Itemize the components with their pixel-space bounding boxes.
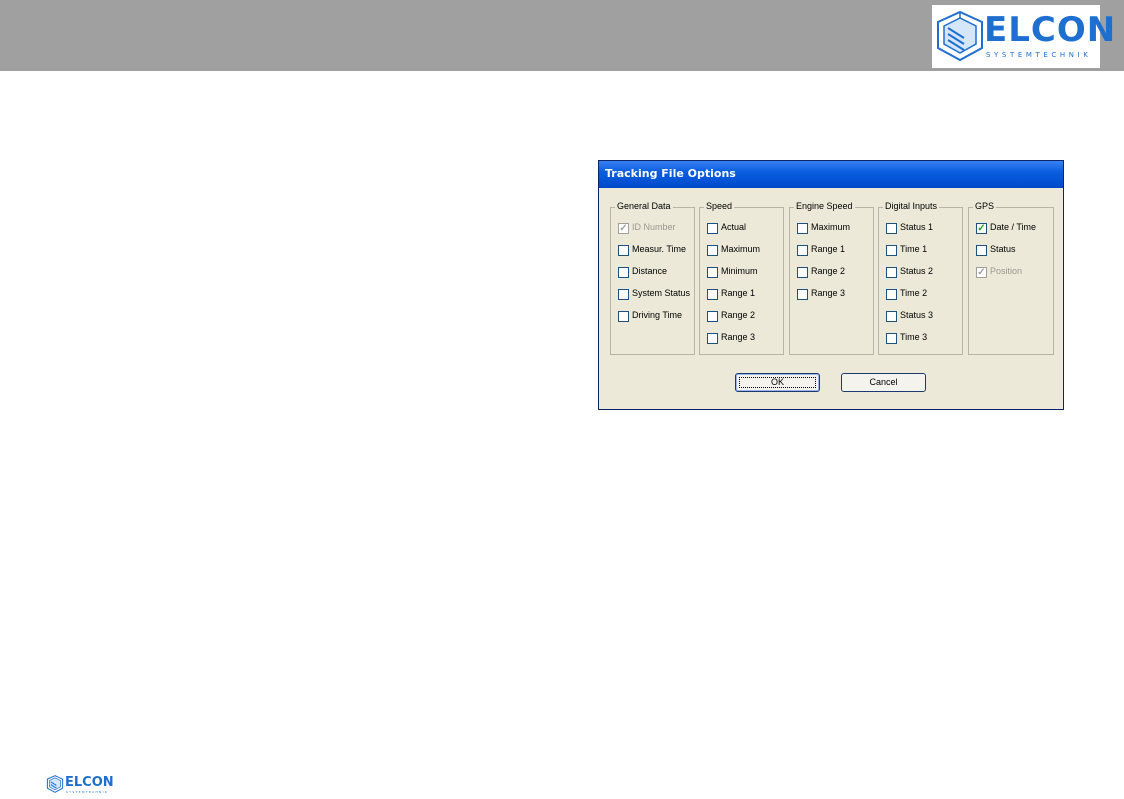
logo-wordmark: ELCON (984, 10, 1117, 50)
checkbox[interactable]: ✓ (976, 267, 987, 278)
group-engine-speed: Engine Speed Maximum Range 1 Range 2 Ran… (789, 201, 874, 355)
option-label: Position (990, 266, 1023, 276)
group-digital-inputs: Digital Inputs Status 1 Time 1 Status 2 … (878, 201, 963, 355)
group-speed: Speed Actual Maximum Minimum Range 1 Ran… (699, 201, 784, 355)
checkbox[interactable] (886, 289, 897, 300)
checkbox[interactable] (797, 245, 808, 256)
checkbox[interactable] (707, 267, 718, 278)
option-label: Time 1 (900, 244, 928, 254)
group-label: Digital Inputs (883, 201, 940, 211)
footer-logo-wordmark: ELCON (65, 775, 114, 790)
option-label: Time 3 (900, 332, 928, 342)
focus-rectangle (739, 377, 816, 388)
checkbox[interactable] (618, 267, 629, 278)
option-label: Measur. Time (632, 244, 687, 254)
checkbox[interactable] (707, 223, 718, 234)
checkbox[interactable] (886, 311, 897, 322)
checkbox[interactable] (707, 333, 718, 344)
checkbox[interactable] (797, 289, 808, 300)
cancel-button[interactable]: Cancel (841, 373, 926, 392)
option-label: Maximum (721, 244, 761, 254)
option-label: Actual (721, 222, 747, 232)
ok-button[interactable]: OK (735, 373, 820, 392)
checkbox[interactable] (797, 223, 808, 234)
checkbox[interactable] (886, 245, 897, 256)
checkbox[interactable] (707, 311, 718, 322)
checkbox[interactable] (886, 333, 897, 344)
option-label: Driving Time (632, 310, 683, 320)
tracking-file-options-dialog: Tracking File Options General Data ✓ ID … (598, 160, 1064, 410)
checkbox[interactable] (886, 223, 897, 234)
option-label: System Status (632, 288, 691, 298)
checkbox[interactable] (707, 289, 718, 300)
option-label: Range 2 (721, 310, 756, 320)
dialog-title: Tracking File Options (605, 167, 736, 180)
group-label: Engine Speed (794, 201, 855, 211)
elcon-cube-logo-icon (937, 10, 983, 62)
option-label: Minimum (721, 266, 758, 276)
option-label: Range 3 (721, 332, 756, 342)
option-label: Status 3 (900, 310, 934, 320)
footer-elcon-logo: ELCON SYSTEMTECHNIK (45, 772, 125, 798)
group-general-data: General Data ✓ ID Number Measur. Time Di… (610, 201, 695, 355)
elcon-logo: ELCON SYSTEMTECHNIK (932, 5, 1115, 68)
checkbox[interactable] (618, 289, 629, 300)
group-label: Speed (704, 201, 735, 211)
checkbox[interactable]: ✓ (618, 223, 629, 234)
dialog-titlebar[interactable]: Tracking File Options (599, 161, 1063, 188)
option-label: Range 2 (811, 266, 846, 276)
option-label: Status (990, 244, 1016, 254)
checkbox[interactable] (618, 311, 629, 322)
group-gps: GPS ✓ Date / Time Status ✓ Position (968, 201, 1054, 355)
footer-logo-subtitle: SYSTEMTECHNIK (66, 790, 109, 794)
elcon-cube-logo-icon (46, 775, 64, 793)
checkbox[interactable] (976, 245, 987, 256)
group-label: GPS (973, 201, 997, 211)
option-label: Distance (632, 266, 668, 276)
option-label: Status 2 (900, 266, 934, 276)
option-label: Time 2 (900, 288, 928, 298)
option-label: Range 3 (811, 288, 846, 298)
option-label: Date / Time (990, 222, 1037, 232)
option-label: Status 1 (900, 222, 934, 232)
checkbox[interactable] (886, 267, 897, 278)
option-label: Range 1 (811, 244, 846, 254)
option-label: ID Number (632, 222, 676, 232)
logo-subtitle: SYSTEMTECHNIK (986, 51, 1092, 59)
checkbox[interactable]: ✓ (976, 223, 987, 234)
option-label: Range 1 (721, 288, 756, 298)
checkbox[interactable] (618, 245, 629, 256)
checkbox[interactable] (797, 267, 808, 278)
group-label: General Data (615, 201, 673, 211)
option-label: Maximum (811, 222, 851, 232)
checkbox[interactable] (707, 245, 718, 256)
cancel-button-label: Cancel (869, 377, 898, 387)
